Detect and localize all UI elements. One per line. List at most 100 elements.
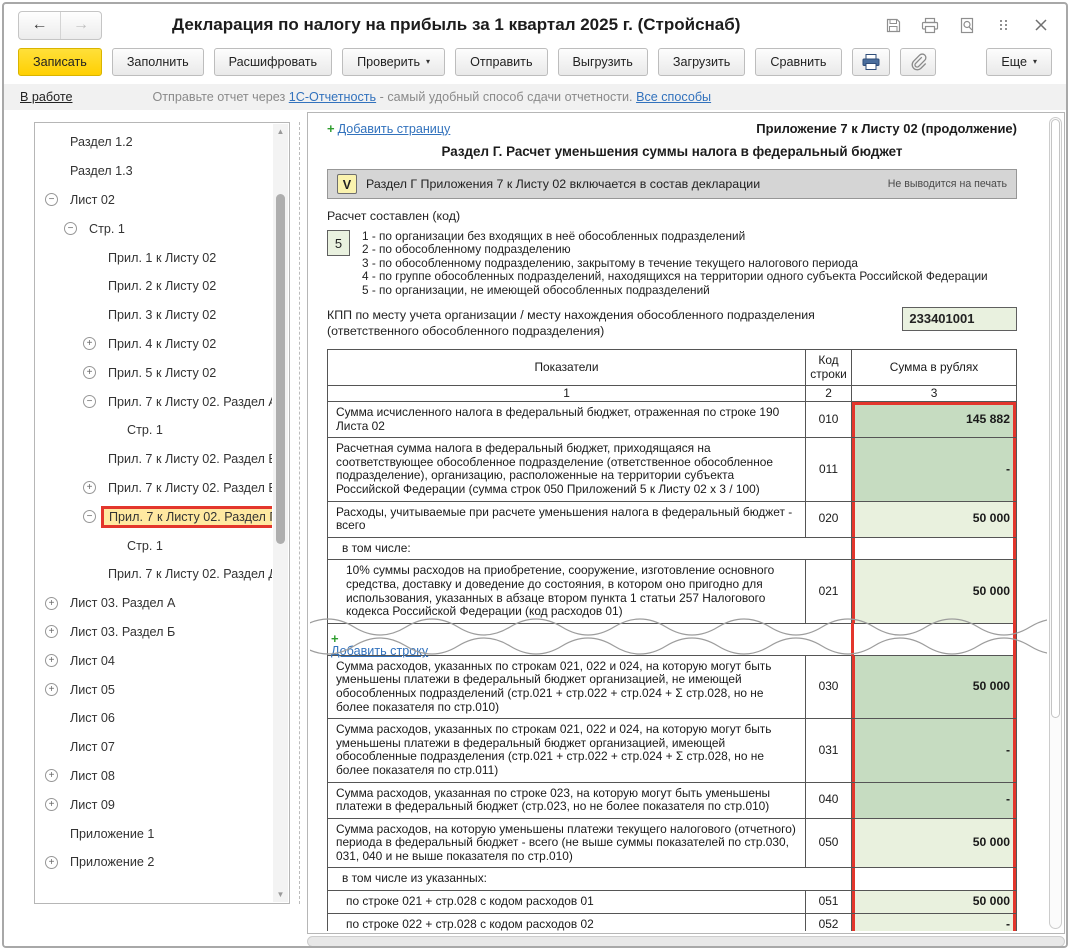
attach-button[interactable] [900, 48, 936, 76]
sidebar-item[interactable]: Прил. 7 к Листу 02. Раздел А [101, 392, 272, 412]
fill-button[interactable]: Заполнить [112, 48, 204, 76]
amount-cell[interactable]: 50 000 [851, 891, 1016, 913]
expand-icon[interactable]: + [83, 337, 96, 350]
sidebar-item[interactable]: Лист 03. Раздел Б [63, 622, 182, 642]
row-code-cell: 030 [805, 656, 851, 718]
export-button-label: Выгрузить [573, 55, 633, 69]
form-panel: +Добавить страницу Приложение 7 к Листу … [307, 112, 1065, 934]
amount-cell[interactable]: - [851, 783, 1016, 818]
amount-cell[interactable]: 50 000 [851, 560, 1016, 622]
sidebar-item[interactable]: Прил. 7 к Листу 02. Раздел В [101, 478, 272, 498]
export-button[interactable]: Выгрузить [558, 48, 648, 76]
send-button[interactable]: Отправить [455, 48, 547, 76]
sidebar-item[interactable]: Раздел 1.3 [63, 161, 140, 181]
status-state-link[interactable]: В работе [20, 90, 72, 104]
row-code-cell: 020 [805, 502, 851, 537]
amount-cell[interactable]: - [851, 719, 1016, 781]
scroll-up-icon[interactable]: ▲ [273, 127, 288, 136]
expand-icon[interactable]: + [45, 769, 58, 782]
more-dots-icon[interactable] [995, 16, 1013, 34]
collapse-icon[interactable]: − [45, 193, 58, 206]
sidebar-item[interactable]: Лист 02 [63, 190, 122, 210]
expand-icon[interactable]: + [83, 366, 96, 379]
amount-cell[interactable]: - [851, 438, 1016, 500]
sidebar-item[interactable]: Прил. 3 к Листу 02 [101, 305, 223, 325]
sidebar-scrollbar[interactable]: ▲ ▼ [273, 124, 288, 902]
save-icon[interactable] [884, 16, 902, 34]
sidebar-item[interactable]: Прил. 7 к Листу 02. Раздел Д [101, 564, 272, 584]
sidebar-item[interactable]: Приложение 2 [63, 852, 161, 872]
sidebar-scroll-thumb[interactable] [276, 194, 285, 544]
indicator-cell: по строке 022 + стр.028 с кодом расходов… [328, 914, 805, 931]
sidebar-item[interactable]: Приложение 1 [63, 824, 161, 844]
amount-cell[interactable]: 50 000 [851, 656, 1016, 718]
sidebar-item[interactable]: Лист 09 [63, 795, 122, 815]
sidebar-item[interactable]: Лист 04 [63, 651, 122, 671]
print-button[interactable] [852, 48, 890, 76]
sidebar-item[interactable]: Прил. 7 к Листу 02. Раздел Г [101, 506, 272, 528]
expand-icon[interactable]: + [45, 654, 58, 667]
decrypt-button[interactable]: Расшифровать [214, 48, 332, 76]
sidebar-item[interactable]: Стр. 1 [82, 219, 132, 239]
sidebar-item[interactable]: Лист 07 [63, 737, 122, 757]
row-code-cell: 031 [805, 719, 851, 781]
kpp-field[interactable]: 233401001 [902, 307, 1017, 331]
print-icon[interactable] [921, 16, 939, 34]
sidebar-item[interactable]: Стр. 1 [120, 536, 170, 556]
amount-cell[interactable]: 50 000 [851, 819, 1016, 868]
include-checkbox[interactable]: V [337, 174, 357, 194]
preview-icon[interactable] [958, 16, 976, 34]
panel-splitter[interactable] [299, 122, 300, 904]
sidebar-item[interactable]: Лист 05 [63, 680, 122, 700]
collapse-icon[interactable]: − [64, 222, 77, 235]
column-number: 2 [805, 386, 851, 401]
back-button[interactable]: ← [19, 12, 60, 39]
sidebar-item[interactable]: Стр. 1 [120, 420, 170, 440]
form-horizontal-scrollbar[interactable] [307, 936, 1065, 947]
expand-icon[interactable]: + [45, 625, 58, 638]
sidebar-item[interactable]: Лист 08 [63, 766, 122, 786]
indicator-cell: по строке 021 + стр.028 с кодом расходов… [328, 891, 805, 913]
check-button[interactable]: Проверить▾ [342, 48, 445, 76]
expand-icon[interactable]: + [45, 597, 58, 610]
forward-button[interactable]: → [60, 12, 101, 39]
amount-cell[interactable]: - [851, 914, 1016, 931]
sidebar-item[interactable]: Прил. 1 к Листу 02 [101, 248, 223, 268]
collapse-icon[interactable]: − [83, 395, 96, 408]
expand-icon[interactable]: + [45, 856, 58, 869]
all-methods-link[interactable]: Все способы [636, 90, 711, 104]
expand-icon[interactable]: + [83, 481, 96, 494]
form-vertical-scrollbar[interactable] [1049, 117, 1062, 929]
sidebar-item[interactable]: Прил. 5 к Листу 02 [101, 363, 223, 383]
tree-item: −Прил. 7 к Листу 02. Раздел А [35, 387, 272, 416]
titlebar-icons [884, 16, 1052, 34]
scroll-down-icon[interactable]: ▼ [273, 890, 288, 899]
collapse-icon[interactable]: − [83, 510, 96, 523]
sidebar-item[interactable]: Раздел 1.2 [63, 132, 140, 152]
sidebar-item[interactable]: Прил. 7 к Листу 02. Раздел Б [101, 449, 272, 469]
1c-reporting-link[interactable]: 1С-Отчетность [289, 90, 376, 104]
amount-value: 50 000 [852, 680, 1016, 694]
expand-icon[interactable]: + [45, 683, 58, 696]
sidebar-item[interactable]: Прил. 4 к Листу 02 [101, 334, 223, 354]
table-row: Расчетная сумма налога в федеральный бюд… [328, 438, 1016, 501]
column-number: 1 [328, 386, 805, 401]
sidebar-item[interactable]: Лист 06 [63, 708, 122, 728]
sidebar-item[interactable]: Лист 03. Раздел А [63, 593, 182, 613]
compare-button[interactable]: Сравнить [755, 48, 841, 76]
import-button[interactable]: Загрузить [658, 48, 746, 76]
calc-code-field[interactable]: 5 [327, 230, 350, 256]
add-page-link[interactable]: +Добавить страницу [327, 121, 450, 136]
amount-cell[interactable]: 50 000 [851, 502, 1016, 537]
write-button[interactable]: Записать [18, 48, 102, 76]
amount-cell[interactable]: 145 882 [851, 402, 1016, 437]
sidebar-item[interactable]: Прил. 2 к Листу 02 [101, 276, 223, 296]
calc-code-option: 3 - по обособленному подразделению, закр… [362, 257, 988, 270]
add-row-link[interactable]: +Добавить строку [331, 632, 428, 659]
tree-item: Лист 07 [35, 733, 272, 762]
amount-value: 50 000 [852, 836, 1016, 850]
form-scroll-thumb[interactable] [1051, 119, 1060, 718]
close-icon[interactable] [1032, 16, 1050, 34]
more-button[interactable]: Еще▾ [986, 48, 1052, 76]
expand-icon[interactable]: + [45, 798, 58, 811]
